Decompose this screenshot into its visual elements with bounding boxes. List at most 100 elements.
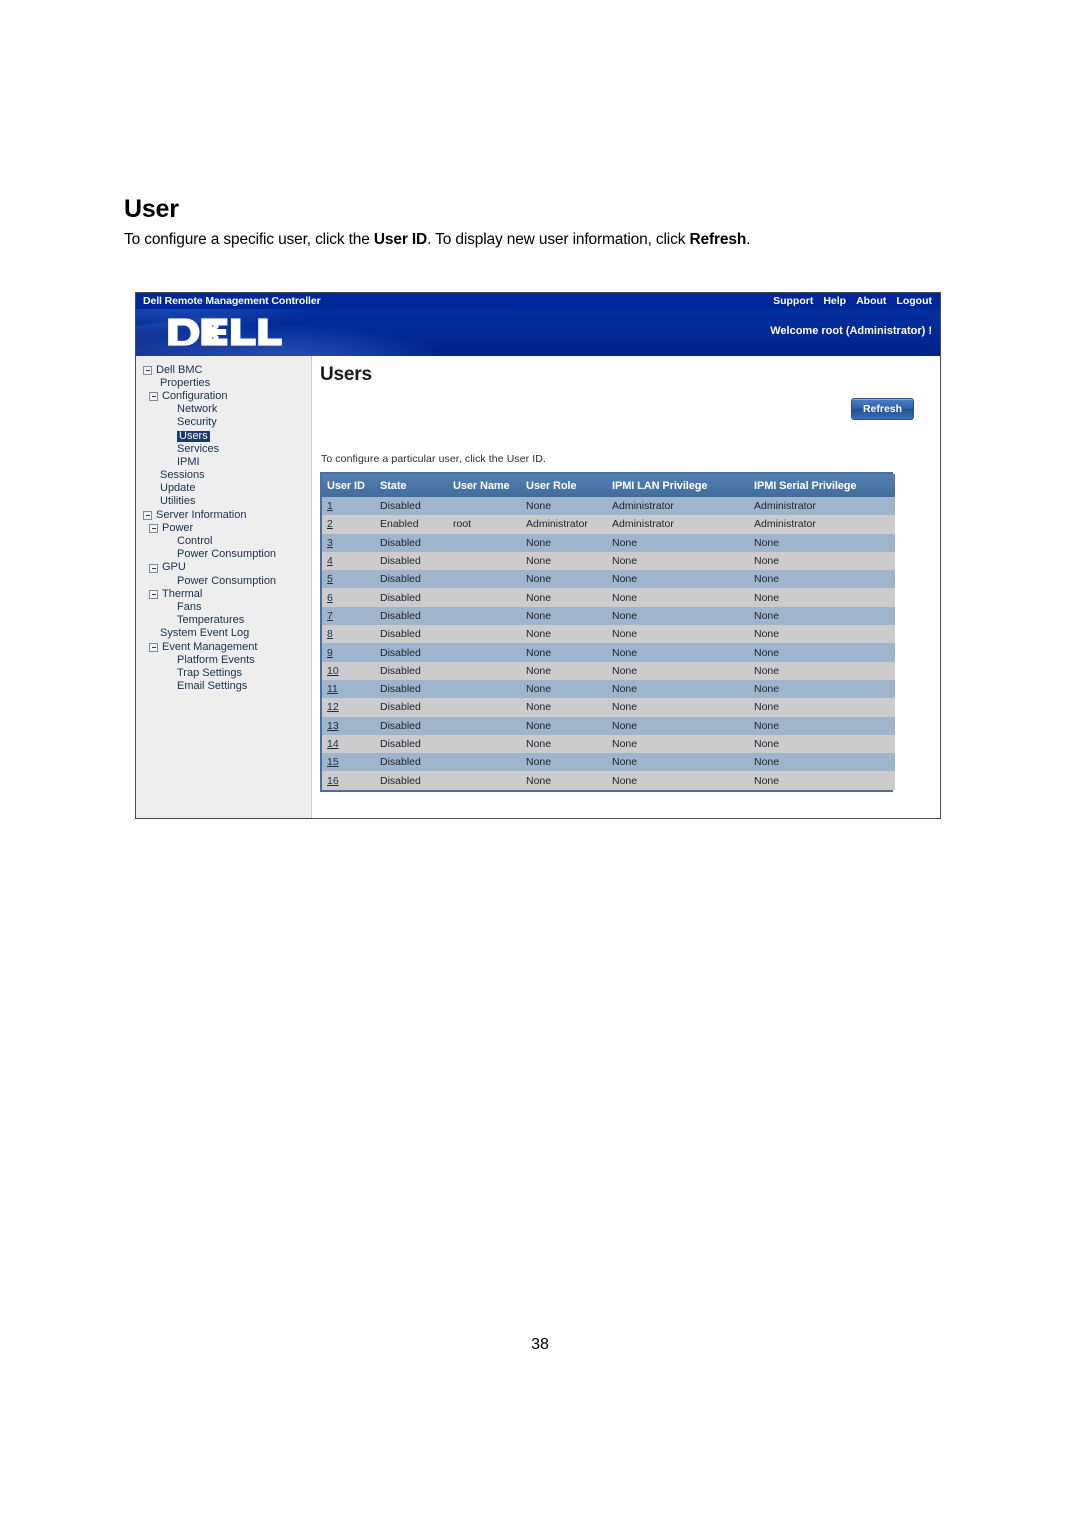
tree-collapse-icon[interactable] — [149, 524, 158, 534]
user-id-link[interactable]: 1 — [327, 500, 333, 512]
user-id-link[interactable]: 8 — [327, 628, 333, 640]
cell-user-name — [448, 662, 521, 680]
sidebar-item-label: Services — [177, 442, 220, 455]
titlebar-links: Support Help About Logout — [773, 295, 934, 307]
tree-collapse-icon[interactable] — [149, 392, 158, 402]
sidebar-item-temperatures[interactable]: Temperatures — [136, 615, 311, 628]
user-id-link[interactable]: 9 — [327, 647, 333, 659]
cell-state: Disabled — [380, 500, 421, 513]
sidebar-item-utilities[interactable]: Utilities — [136, 496, 311, 509]
table-row: 1 Disabled None Administrator Administrator — [322, 497, 895, 516]
cell-ipmi-serial-privilege: None — [754, 719, 780, 732]
sidebar-item-label: Update — [160, 482, 196, 495]
table-row: 9 Disabled None None None — [322, 643, 895, 662]
cell-user-name — [448, 588, 521, 606]
sidebar-item-email-settings[interactable]: Email Settings — [136, 681, 311, 694]
sidebar-item-update[interactable]: Update — [136, 483, 311, 496]
sidebar-item-thermal[interactable]: Thermal — [136, 588, 311, 601]
sidebar-item-label: Control — [177, 535, 213, 548]
sidebar-item-label: Configuration — [162, 389, 228, 402]
user-id-link[interactable]: 5 — [327, 573, 333, 585]
refresh-button[interactable]: Refresh — [851, 398, 914, 420]
cell-user-role: None — [526, 701, 552, 714]
cell-user-name — [448, 698, 521, 716]
user-id-link[interactable]: 4 — [327, 555, 333, 567]
cell-user-role: None — [526, 628, 552, 641]
cell-ipmi-lan-privilege: None — [612, 683, 638, 696]
cell-ipmi-serial-privilege: None — [754, 536, 780, 549]
sidebar-item-event-management[interactable]: Event Management — [136, 641, 311, 654]
cell-ipmi-lan-privilege: None — [612, 609, 638, 622]
sidebar-item-services[interactable]: Services — [136, 443, 311, 456]
sidebar-item-properties[interactable]: Properties — [136, 377, 311, 390]
sidebar-item-dell-bmc[interactable]: Dell BMC — [136, 364, 311, 377]
cell-user-name — [448, 497, 521, 515]
main-content: Users Refresh To configure a particular … — [313, 356, 940, 818]
sidebar-item-label: Event Management — [162, 640, 258, 653]
sidebar-item-label: Fans — [177, 600, 202, 613]
user-id-link[interactable]: 3 — [327, 537, 333, 549]
user-id-link[interactable]: 16 — [327, 775, 339, 787]
titlebar-link-about[interactable]: About — [856, 295, 886, 307]
sidebar-item-power[interactable]: Power — [136, 522, 311, 535]
tree-collapse-icon[interactable] — [143, 366, 152, 376]
sidebar-item-system-event-log[interactable]: System Event Log — [136, 628, 311, 641]
sidebar-item-server-information[interactable]: Server Information — [136, 509, 311, 522]
cell-state: Enabled — [380, 518, 419, 531]
user-id-link[interactable]: 14 — [327, 738, 339, 750]
tree-collapse-icon[interactable] — [143, 511, 152, 521]
user-id-link[interactable]: 2 — [327, 518, 333, 530]
sidebar-item-trap-settings[interactable]: Trap Settings — [136, 667, 311, 680]
sidebar-item-users[interactable]: Users — [136, 430, 311, 443]
sidebar-item-gpu[interactable]: GPU — [136, 562, 311, 575]
cell-state: Disabled — [380, 756, 421, 769]
cell-state: Disabled — [380, 683, 421, 696]
cell-state: Disabled — [380, 701, 421, 714]
table-header-row: User ID State User Name User Role IPMI LAN P… — [322, 474, 895, 497]
user-id-link[interactable]: 11 — [327, 683, 338, 695]
tree-collapse-icon[interactable] — [149, 563, 158, 573]
sidebar-item-control[interactable]: Control — [136, 535, 311, 548]
sidebar-item-configuration[interactable]: Configuration — [136, 390, 311, 403]
user-id-link[interactable]: 12 — [327, 701, 339, 713]
cell-ipmi-serial-privilege: None — [754, 591, 780, 604]
tree-collapse-icon[interactable] — [149, 590, 158, 600]
titlebar-link-support[interactable]: Support — [773, 295, 813, 307]
sidebar-item-label: GPU — [162, 561, 186, 574]
cell-ipmi-serial-privilege: None — [754, 738, 780, 750]
sidebar-item-security[interactable]: Security — [136, 417, 311, 430]
tree-collapse-icon[interactable] — [149, 643, 158, 653]
sidebar-item-label: Temperatures — [177, 614, 245, 627]
sidebar-item-label: Utilities — [160, 495, 196, 508]
cell-user-role: None — [526, 664, 552, 677]
sidebar-item-platform-events[interactable]: Platform Events — [136, 654, 311, 667]
sidebar-item-power-consumption[interactable]: Power Consumption — [136, 575, 311, 588]
cell-user-role: None — [526, 738, 552, 750]
sidebar-item-label: Server Information — [156, 508, 247, 521]
sidebar-item-sessions[interactable]: Sessions — [136, 470, 311, 483]
cell-ipmi-lan-privilege: None — [612, 756, 638, 769]
sidebar-item-network[interactable]: Network — [136, 404, 311, 417]
table-row: 4 Disabled None None None — [322, 551, 895, 571]
cell-user-id: 16 — [322, 771, 375, 789]
sidebar-item-fans[interactable]: Fans — [136, 601, 311, 614]
cell-ipmi-lan-privilege: None — [612, 555, 638, 568]
table-row: 12 Disabled None None None — [322, 698, 895, 717]
user-id-link[interactable]: 6 — [327, 592, 333, 604]
user-id-link[interactable]: 7 — [327, 610, 333, 622]
app-titlebar: Dell Remote Management Controller Suppor… — [136, 293, 940, 309]
sidebar-item-ipmi[interactable]: IPMI — [136, 456, 311, 469]
user-id-link[interactable]: 15 — [327, 756, 339, 768]
user-id-link[interactable]: 10 — [327, 665, 339, 677]
sidebar-item-power-consumption[interactable]: Power Consumption — [136, 549, 311, 562]
titlebar-link-logout[interactable]: Logout — [896, 295, 932, 307]
sidebar-item-label: Power Consumption — [177, 548, 277, 561]
cell-user-role: None — [526, 646, 552, 659]
cell-user-id: 1 — [322, 497, 375, 515]
cell-user-name — [448, 735, 521, 753]
user-id-link[interactable]: 13 — [327, 720, 339, 732]
sidebar-item-label: Network — [177, 403, 218, 416]
cell-user-id: 11 — [322, 680, 375, 698]
titlebar-link-help[interactable]: Help — [823, 295, 846, 307]
cell-user-id: 13 — [322, 717, 375, 735]
